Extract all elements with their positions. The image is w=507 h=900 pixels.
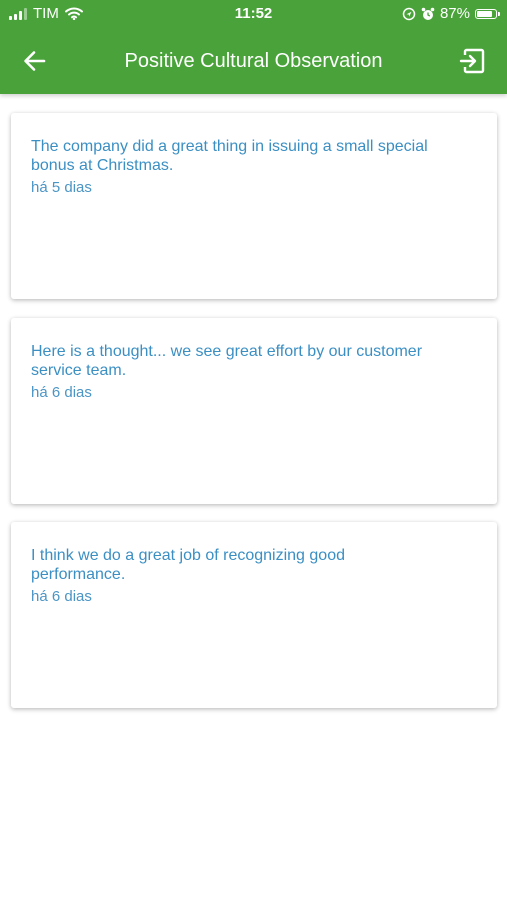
- observation-text: Here is a thought... we see great effort…: [31, 343, 423, 379]
- app-bar: Positive Cultural Observation: [0, 34, 507, 90]
- battery-icon: [475, 8, 500, 19]
- location-lock-icon: [402, 7, 416, 20]
- exit-icon: [459, 48, 485, 74]
- observation-text: The company did a great thing in issuing…: [31, 138, 428, 174]
- battery-percent: 87%: [439, 5, 470, 22]
- observation-card[interactable]: Here is a thought... we see great effort…: [11, 318, 497, 504]
- observation-card[interactable]: The company did a great thing in issuing…: [11, 113, 497, 299]
- exit-button[interactable]: [457, 46, 487, 76]
- app-header: TIM 11:52 87% Positive Cultural Observat…: [0, 0, 507, 94]
- status-right: 87%: [402, 5, 500, 22]
- observation-time: há 5 dias: [31, 179, 92, 196]
- observation-text: I think we do a great job of recognizing…: [31, 547, 345, 583]
- alarm-icon: [421, 7, 435, 20]
- observation-time: há 6 dias: [31, 384, 92, 401]
- status-bar: TIM 11:52 87%: [0, 0, 507, 28]
- observation-card[interactable]: I think we do a great job of recognizing…: [11, 522, 497, 708]
- page-title: Positive Cultural Observation: [124, 50, 383, 72]
- observation-time: há 6 dias: [31, 588, 92, 605]
